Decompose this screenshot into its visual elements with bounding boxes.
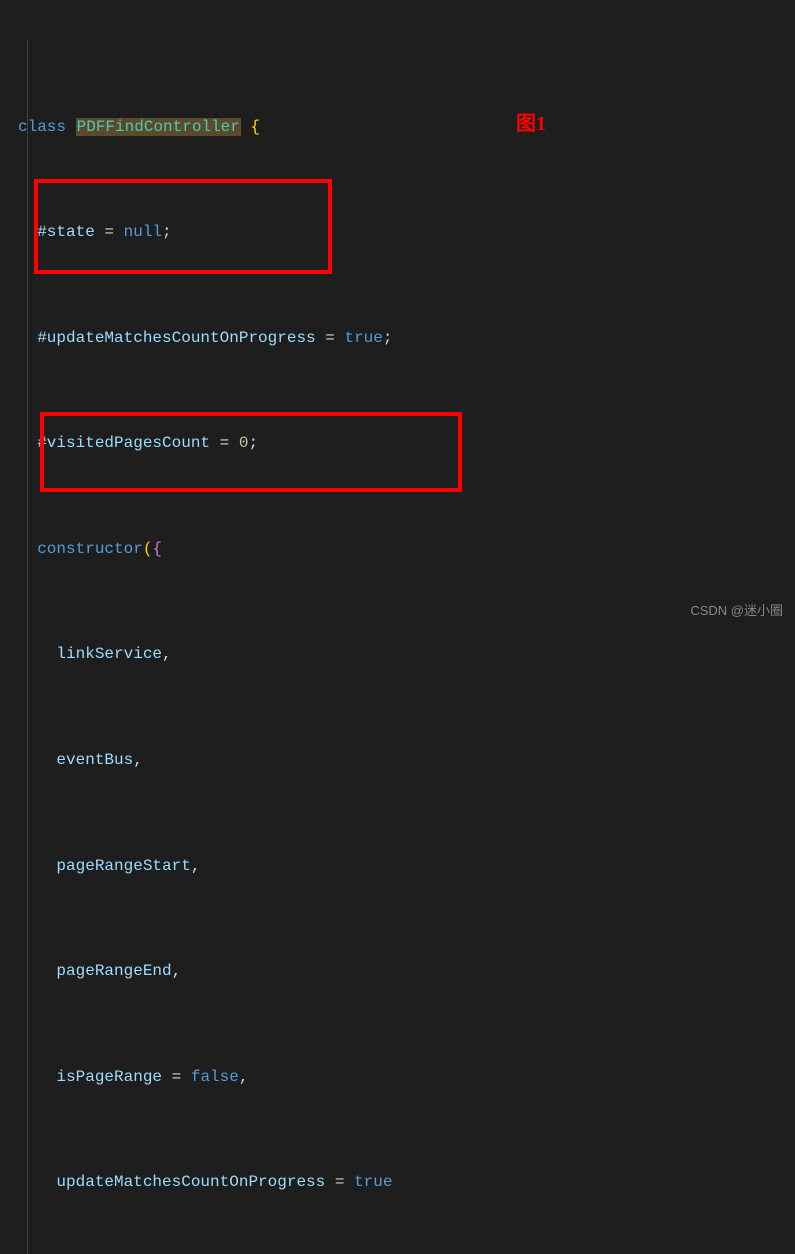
code-line: pageRangeStart, (0, 853, 795, 879)
property: isPageRange (56, 1068, 162, 1086)
property: pageRangeEnd (56, 962, 171, 980)
code-line: isPageRange = false, (0, 1064, 795, 1090)
code-line: linkService, (0, 641, 795, 667)
bool-literal: true (354, 1173, 392, 1191)
bool-literal: false (191, 1068, 239, 1086)
property: #visitedPagesCount (37, 434, 210, 452)
property: #state (37, 223, 95, 241)
property: linkService (56, 645, 162, 663)
property: #updateMatchesCountOnProgress (37, 329, 315, 347)
code-line: eventBus, (0, 747, 795, 773)
brace: { (241, 118, 260, 136)
constructor-keyword: constructor (37, 540, 143, 558)
code-editor[interactable]: class PDFFindController { #state = null;… (0, 8, 795, 1254)
class-name: PDFFindController (76, 118, 241, 136)
code-line: #updateMatchesCountOnProgress = true; (0, 325, 795, 351)
property: updateMatchesCountOnProgress (56, 1173, 325, 1191)
code-line: #visitedPagesCount = 0; (0, 430, 795, 456)
number-literal: 0 (239, 434, 249, 452)
keyword: class (18, 118, 66, 136)
null-literal: null (124, 223, 162, 241)
property: eventBus (56, 751, 133, 769)
code-line: constructor({ (0, 536, 795, 562)
code-line: class PDFFindController { (0, 114, 795, 140)
code-line: updateMatchesCountOnProgress = true (0, 1169, 795, 1195)
figure-label: 图1 (516, 108, 546, 141)
watermark: CSDN @迷小圈 (690, 600, 783, 621)
code-line: #state = null; (0, 219, 795, 245)
code-line: pageRangeEnd, (0, 958, 795, 984)
property: pageRangeStart (56, 857, 190, 875)
bool-literal: true (344, 329, 382, 347)
